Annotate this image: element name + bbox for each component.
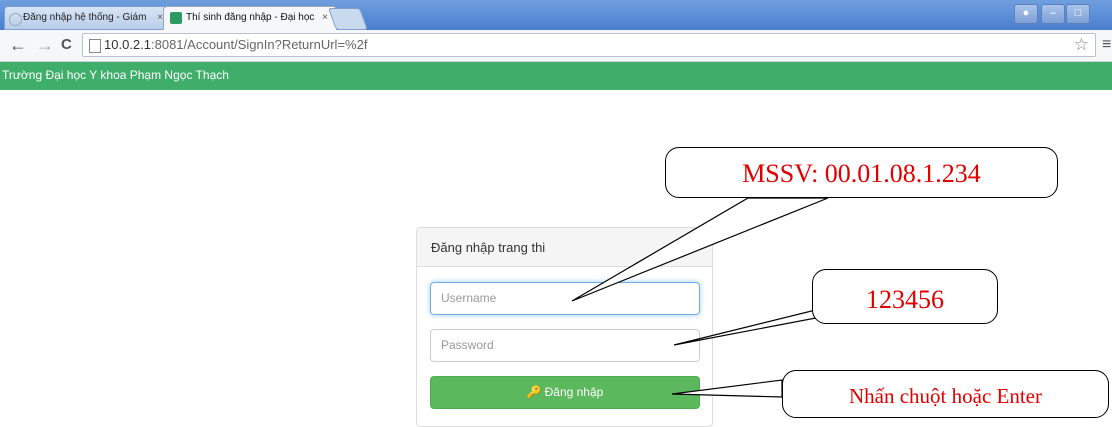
submit-callout-pointer — [671, 379, 783, 398]
password-hint-callout: 123456 — [812, 269, 998, 324]
callout-pointers — [571, 197, 901, 398]
submit-hint-callout: Nhấn chuột hoặc Enter — [782, 370, 1109, 418]
username-hint-callout: MSSV: 00.01.08.1.234 — [665, 147, 1058, 198]
username-callout-pointer — [571, 197, 829, 302]
